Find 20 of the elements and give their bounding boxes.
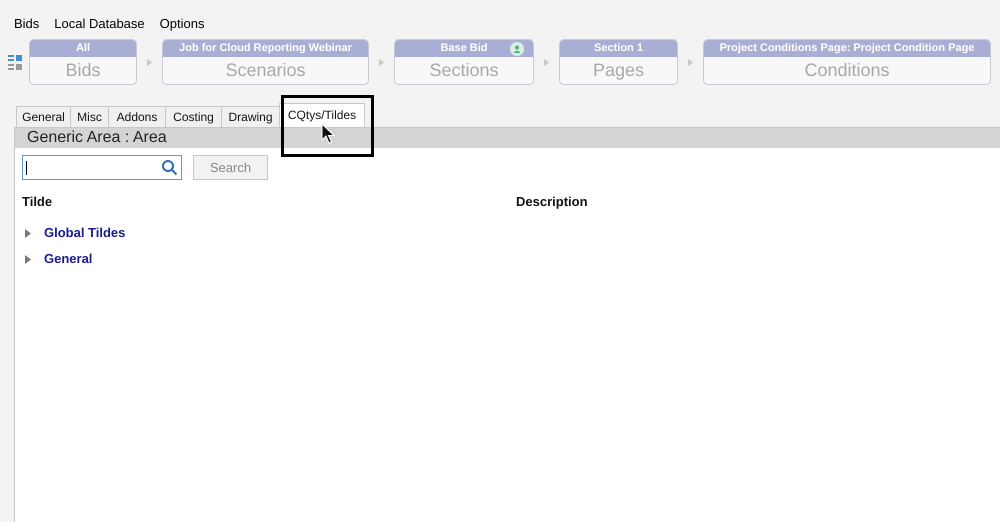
breadcrumb-header: Project Conditions Page: Project Condition Page bbox=[720, 41, 974, 56]
tree-item[interactable]: Global Tildes bbox=[44, 223, 126, 243]
menu-item[interactable]: Options bbox=[160, 14, 204, 38]
breadcrumb-header: Section 1 bbox=[594, 41, 643, 56]
breadcrumb-header: Base Bid bbox=[440, 41, 488, 56]
tab[interactable]: CQtys/Tildes bbox=[279, 103, 365, 127]
breadcrumb-header: Job for Cloud Reporting Webinar bbox=[179, 41, 352, 56]
panel-title: Generic Area : Area bbox=[15, 128, 1000, 148]
menu-item[interactable]: Local Database bbox=[54, 14, 145, 38]
breadcrumb-label: Conditions bbox=[804, 59, 890, 82]
breadcrumb-label: Scenarios bbox=[225, 59, 306, 82]
menu-item[interactable]: Bids bbox=[14, 14, 40, 38]
tree-item[interactable]: General bbox=[44, 249, 92, 269]
tab[interactable]: General bbox=[16, 106, 71, 127]
breadcrumb-label: Pages bbox=[592, 59, 644, 82]
column-header: Tilde bbox=[22, 194, 52, 209]
breadcrumb-label: Bids bbox=[65, 59, 100, 82]
breadcrumb-header: All bbox=[76, 41, 90, 56]
column-header: Description bbox=[516, 194, 588, 209]
breadcrumb-label: Sections bbox=[429, 59, 499, 82]
